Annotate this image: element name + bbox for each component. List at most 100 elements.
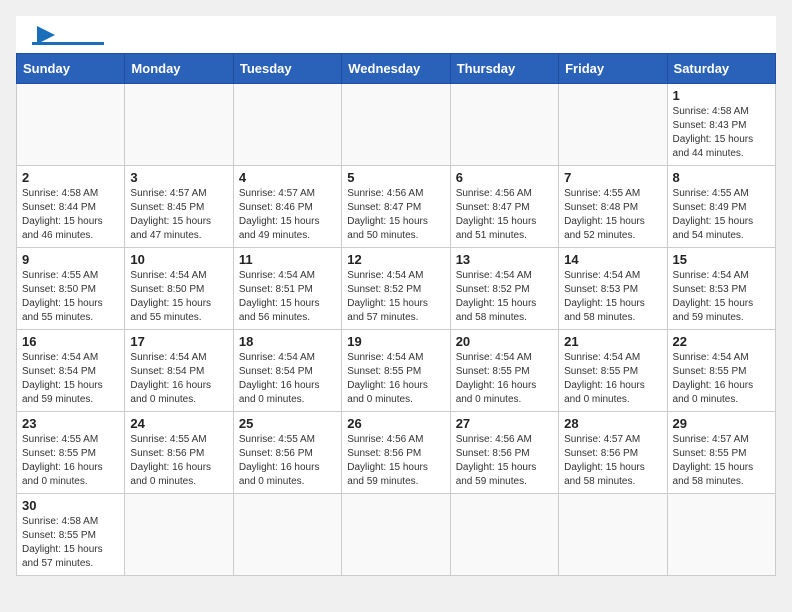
day-number: 8 [673, 170, 770, 185]
calendar-day-24: 24Sunrise: 4:55 AM Sunset: 8:56 PM Dayli… [125, 412, 233, 494]
calendar-day-empty [342, 494, 450, 576]
day-number: 28 [564, 416, 661, 431]
day-info: Sunrise: 4:58 AM Sunset: 8:44 PM Dayligh… [22, 187, 119, 243]
day-info: Sunrise: 4:54 AM Sunset: 8:53 PM Dayligh… [673, 269, 770, 325]
calendar-day-25: 25 Sunrise: 4:55 AM Sunset: 8:56 PM Dayli… [233, 412, 341, 494]
day-info: Sunrise: 4:57 AM Sunset: 8:56 PM Dayligh… [564, 433, 661, 489]
day-number: 9 [22, 252, 119, 267]
day-info: Sunrise: 4:57 AM Sunset: 8:55 PM Dayligh… [673, 433, 770, 489]
day-info: Sunrise: 4:54 AM Sunset: 8:52 PM Dayligh… [456, 269, 553, 325]
day-number: 17 [130, 334, 227, 349]
calendar-day-21: 21Sunrise: 4:54 AM Sunset: 8:55 PM Dayli… [559, 330, 667, 412]
logo [32, 28, 104, 45]
day-number: 22 [673, 334, 770, 349]
calendar-day-14: 14 Sunrise: 4:54 AM Sunset: 8:53 PM Dayli… [559, 248, 667, 330]
day-number: 10 [130, 252, 227, 267]
day-info: Sunrise: 4:54 AM Sunset: 8:51 PM Dayligh… [239, 269, 336, 325]
calendar-page: SundayMondayTuesdayWednesdayThursdayFrid… [16, 16, 776, 576]
calendar-day-16: 16 Sunrise: 4:54 AM Sunset: 8:54 PM Dayli… [17, 330, 125, 412]
day-info: Sunrise: 4:55 AM Sunset: 8:50 PM Dayligh… [22, 269, 119, 325]
calendar-day-4: 4Sunrise: 4:57 AM Sunset: 8:46 PM Daylig… [233, 166, 341, 248]
calendar-day-empty [17, 84, 125, 166]
day-number: 14 [564, 252, 661, 267]
calendar-week-row: 2 Sunrise: 4:58 AM Sunset: 8:44 PM Daylig… [17, 166, 776, 248]
calendar-day-empty [125, 84, 233, 166]
calendar-day-28: 28 Sunrise: 4:57 AM Sunset: 8:56 PM Dayli… [559, 412, 667, 494]
day-number: 11 [239, 252, 336, 267]
calendar-day-23: 23 Sunrise: 4:55 AM Sunset: 8:55 PM Dayli… [17, 412, 125, 494]
day-number: 30 [22, 498, 119, 513]
day-info: Sunrise: 4:58 AM Sunset: 8:43 PM Dayligh… [673, 105, 770, 161]
calendar-day-29: 29 Sunrise: 4:57 AM Sunset: 8:55 PM Dayli… [667, 412, 775, 494]
calendar-day-22: 22 Sunrise: 4:54 AM Sunset: 8:55 PM Dayli… [667, 330, 775, 412]
day-info: Sunrise: 4:54 AM Sunset: 8:54 PM Dayligh… [239, 351, 336, 407]
day-info: Sunrise: 4:56 AM Sunset: 8:47 PM Dayligh… [347, 187, 444, 243]
day-info: Sunrise: 4:54 AM Sunset: 8:50 PM Dayligh… [130, 269, 227, 325]
day-info: Sunrise: 4:55 AM Sunset: 8:56 PM Dayligh… [239, 433, 336, 489]
calendar-day-empty [667, 494, 775, 576]
calendar-day-1: 1Sunrise: 4:58 AM Sunset: 8:43 PM Daylig… [667, 84, 775, 166]
calendar-week-row: 1Sunrise: 4:58 AM Sunset: 8:43 PM Daylig… [17, 84, 776, 166]
calendar-day-9: 9 Sunrise: 4:55 AM Sunset: 8:50 PM Daylig… [17, 248, 125, 330]
day-number: 23 [22, 416, 119, 431]
weekday-header-friday: Friday [559, 54, 667, 84]
calendar-day-6: 6 Sunrise: 4:56 AM Sunset: 8:47 PM Daylig… [450, 166, 558, 248]
day-number: 4 [239, 170, 336, 185]
calendar-week-row: 30 Sunrise: 4:58 AM Sunset: 8:55 PM Dayli… [17, 494, 776, 576]
calendar-day-empty [233, 494, 341, 576]
calendar-day-empty [450, 84, 558, 166]
day-number: 27 [456, 416, 553, 431]
day-number: 26 [347, 416, 444, 431]
day-number: 5 [347, 170, 444, 185]
weekday-header-thursday: Thursday [450, 54, 558, 84]
day-number: 29 [673, 416, 770, 431]
calendar-day-empty [559, 84, 667, 166]
weekday-header-sunday: Sunday [17, 54, 125, 84]
day-info: Sunrise: 4:55 AM Sunset: 8:48 PM Dayligh… [564, 187, 661, 243]
day-info: Sunrise: 4:55 AM Sunset: 8:49 PM Dayligh… [673, 187, 770, 243]
calendar-week-row: 16 Sunrise: 4:54 AM Sunset: 8:54 PM Dayli… [17, 330, 776, 412]
calendar-day-19: 19Sunrise: 4:54 AM Sunset: 8:55 PM Dayli… [342, 330, 450, 412]
calendar-table: SundayMondayTuesdayWednesdayThursdayFrid… [16, 53, 776, 576]
day-info: Sunrise: 4:54 AM Sunset: 8:53 PM Dayligh… [564, 269, 661, 325]
calendar-day-13: 13 Sunrise: 4:54 AM Sunset: 8:52 PM Dayli… [450, 248, 558, 330]
calendar-day-empty [233, 84, 341, 166]
day-info: Sunrise: 4:54 AM Sunset: 8:55 PM Dayligh… [673, 351, 770, 407]
day-number: 7 [564, 170, 661, 185]
calendar-day-empty [342, 84, 450, 166]
day-number: 25 [239, 416, 336, 431]
day-info: Sunrise: 4:57 AM Sunset: 8:45 PM Dayligh… [130, 187, 227, 243]
calendar-day-30: 30 Sunrise: 4:58 AM Sunset: 8:55 PM Dayli… [17, 494, 125, 576]
calendar-day-3: 3 Sunrise: 4:57 AM Sunset: 8:45 PM Daylig… [125, 166, 233, 248]
page-header [16, 16, 776, 53]
day-info: Sunrise: 4:54 AM Sunset: 8:55 PM Dayligh… [456, 351, 553, 407]
day-number: 6 [456, 170, 553, 185]
calendar-day-10: 10 Sunrise: 4:54 AM Sunset: 8:50 PM Dayli… [125, 248, 233, 330]
day-number: 3 [130, 170, 227, 185]
day-number: 13 [456, 252, 553, 267]
day-info: Sunrise: 4:58 AM Sunset: 8:55 PM Dayligh… [22, 515, 119, 571]
day-info: Sunrise: 4:56 AM Sunset: 8:56 PM Dayligh… [347, 433, 444, 489]
day-number: 18 [239, 334, 336, 349]
calendar-day-15: 15 Sunrise: 4:54 AM Sunset: 8:53 PM Dayli… [667, 248, 775, 330]
day-info: Sunrise: 4:54 AM Sunset: 8:54 PM Dayligh… [22, 351, 119, 407]
day-number: 15 [673, 252, 770, 267]
day-number: 2 [22, 170, 119, 185]
day-info: Sunrise: 4:54 AM Sunset: 8:52 PM Dayligh… [347, 269, 444, 325]
day-info: Sunrise: 4:55 AM Sunset: 8:55 PM Dayligh… [22, 433, 119, 489]
day-number: 19 [347, 334, 444, 349]
day-number: 16 [22, 334, 119, 349]
calendar-day-17: 17 Sunrise: 4:54 AM Sunset: 8:54 PM Dayli… [125, 330, 233, 412]
day-info: Sunrise: 4:56 AM Sunset: 8:56 PM Dayligh… [456, 433, 553, 489]
calendar-day-18: 18 Sunrise: 4:54 AM Sunset: 8:54 PM Dayli… [233, 330, 341, 412]
day-info: Sunrise: 4:56 AM Sunset: 8:47 PM Dayligh… [456, 187, 553, 243]
calendar-day-8: 8 Sunrise: 4:55 AM Sunset: 8:49 PM Daylig… [667, 166, 775, 248]
day-info: Sunrise: 4:54 AM Sunset: 8:54 PM Dayligh… [130, 351, 227, 407]
day-info: Sunrise: 4:55 AM Sunset: 8:56 PM Dayligh… [130, 433, 227, 489]
calendar-week-row: 9 Sunrise: 4:55 AM Sunset: 8:50 PM Daylig… [17, 248, 776, 330]
weekday-header-row: SundayMondayTuesdayWednesdayThursdayFrid… [17, 54, 776, 84]
day-info: Sunrise: 4:54 AM Sunset: 8:55 PM Dayligh… [564, 351, 661, 407]
weekday-header-wednesday: Wednesday [342, 54, 450, 84]
calendar-day-20: 20Sunrise: 4:54 AM Sunset: 8:55 PM Dayli… [450, 330, 558, 412]
calendar-day-2: 2 Sunrise: 4:58 AM Sunset: 8:44 PM Daylig… [17, 166, 125, 248]
